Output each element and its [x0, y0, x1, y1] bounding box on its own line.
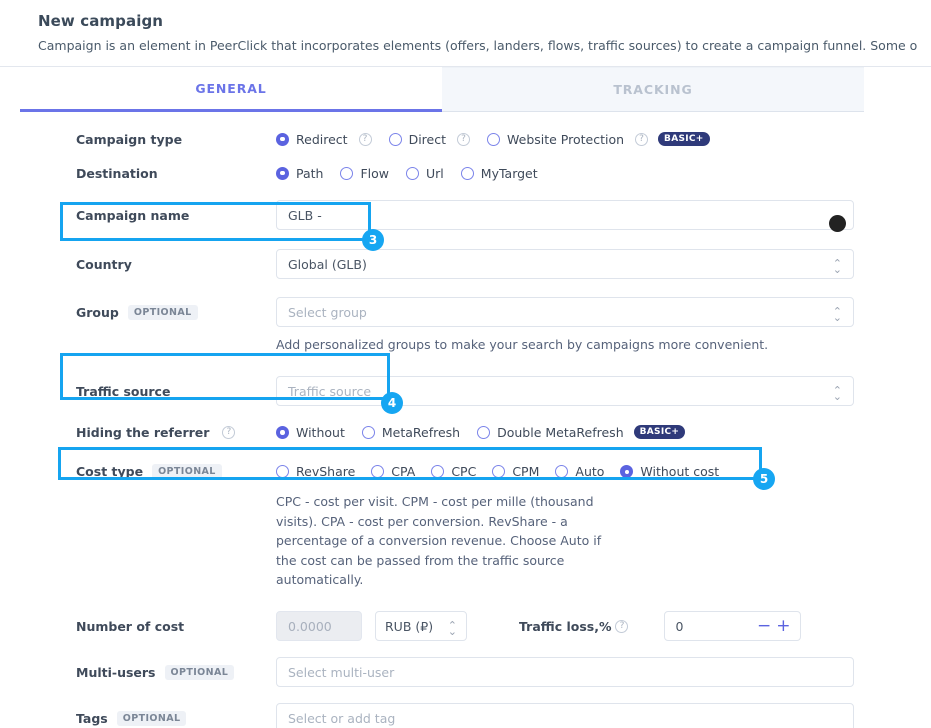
- optional-tag: OPTIONAL: [165, 665, 235, 680]
- radio-campaign-type-direct[interactable]: Direct ?: [389, 132, 470, 147]
- hiding-referrer-options: Without MetaRefresh Double MetaRefresh B…: [276, 425, 931, 440]
- page-title: New campaign: [38, 12, 931, 30]
- group-select[interactable]: Select group ⌃⌄: [276, 297, 854, 327]
- cost-type-hint: CPC - cost per visit. CPM - cost per mil…: [0, 488, 616, 589]
- hiding-referrer-label: Hiding the referrer ?: [0, 425, 276, 440]
- tab-tracking[interactable]: TRACKING: [442, 67, 864, 112]
- help-icon[interactable]: ?: [222, 426, 235, 439]
- group-row: Group OPTIONAL Select group ⌃⌄: [0, 288, 931, 330]
- help-icon[interactable]: ?: [457, 133, 470, 146]
- tags-label: Tags OPTIONAL: [0, 711, 276, 726]
- radio-campaign-type-redirect[interactable]: Redirect ?: [276, 132, 372, 147]
- help-icon[interactable]: ?: [635, 133, 648, 146]
- radio-hiding-without[interactable]: Without: [276, 425, 345, 440]
- radio-dot-icon: [276, 426, 289, 439]
- radio-dot-icon: [389, 133, 402, 146]
- decrement-button[interactable]: −: [757, 618, 771, 635]
- tags-row: Tags OPTIONAL Select or add tag: [0, 695, 931, 728]
- number-of-cost-label: Number of cost: [0, 619, 276, 634]
- multi-users-input[interactable]: Select multi-user: [276, 657, 854, 687]
- page-header: New campaign Campaign is an element in P…: [0, 0, 931, 53]
- annotation-badge-3: 3: [362, 229, 384, 251]
- radio-dot-icon: [406, 167, 419, 180]
- radio-hiding-double-metarefresh[interactable]: Double MetaRefresh BASIC+: [477, 425, 685, 440]
- traffic-loss-value: 0: [675, 619, 683, 634]
- country-label: Country: [0, 257, 276, 272]
- country-row: Country Global (GLB) ⌃⌄: [0, 240, 931, 288]
- page-description: Campaign is an element in PeerClick that…: [38, 38, 931, 53]
- optional-tag: OPTIONAL: [128, 305, 198, 320]
- mouse-cursor: [829, 215, 846, 232]
- chevron-updown-icon: ⌃⌄: [448, 620, 457, 632]
- group-control: Select group ⌃⌄: [276, 297, 931, 327]
- basic-plus-badge: BASIC+: [634, 425, 686, 439]
- radio-destination-flow[interactable]: Flow: [340, 166, 389, 181]
- tab-general[interactable]: GENERAL: [20, 67, 442, 112]
- multi-users-control: Select multi-user: [276, 657, 931, 687]
- hiding-referrer-row: Hiding the referrer ? Without MetaRefres…: [0, 416, 931, 450]
- radio-hiding-metarefresh[interactable]: MetaRefresh: [362, 425, 460, 440]
- increment-button[interactable]: +: [776, 618, 790, 635]
- chevron-updown-icon: ⌃⌄: [833, 306, 842, 318]
- traffic-loss-label: Traffic loss,% ?: [519, 619, 628, 634]
- destination-label: Destination: [0, 166, 276, 181]
- highlight-box-traffic-source: [60, 353, 390, 400]
- destination-row: Destination Path Flow Url: [0, 156, 931, 190]
- annotation-badge-5: 5: [753, 468, 775, 490]
- multi-users-label: Multi-users OPTIONAL: [0, 665, 276, 680]
- radio-destination-mytarget[interactable]: MyTarget: [461, 166, 538, 181]
- chevron-updown-icon: ⌃⌄: [833, 385, 842, 397]
- traffic-loss-stepper[interactable]: 0 − +: [664, 611, 801, 641]
- radio-dot-icon: [362, 426, 375, 439]
- radio-destination-path[interactable]: Path: [276, 166, 323, 181]
- radio-dot-icon: [477, 426, 490, 439]
- multi-users-row: Multi-users OPTIONAL Select multi-user: [0, 649, 931, 695]
- tags-input[interactable]: Select or add tag: [276, 703, 854, 728]
- help-icon[interactable]: ?: [359, 133, 372, 146]
- campaign-type-options: Redirect ? Direct ? Website Protection ?…: [276, 132, 931, 147]
- highlight-box-campaign-name: [60, 202, 371, 241]
- currency-select[interactable]: RUB (₽) ⌃⌄: [375, 611, 467, 641]
- number-of-cost-row: Number of cost 0.0000 RUB (₽) ⌃⌄ Traffic…: [0, 589, 931, 649]
- number-of-cost-control: 0.0000 RUB (₽) ⌃⌄ Traffic loss,% ? 0 − +: [276, 611, 931, 641]
- tags-control: Select or add tag: [276, 703, 931, 728]
- new-campaign-page: New campaign Campaign is an element in P…: [0, 0, 931, 728]
- country-control: Global (GLB) ⌃⌄: [276, 249, 931, 279]
- destination-options: Path Flow Url MyTarget: [276, 166, 931, 181]
- radio-dot-icon: [487, 133, 500, 146]
- basic-plus-badge: BASIC+: [658, 132, 710, 146]
- radio-dot-icon: [461, 167, 474, 180]
- campaign-type-row: Campaign type Redirect ? Direct ?: [0, 122, 931, 156]
- chevron-updown-icon: ⌃⌄: [833, 258, 842, 270]
- number-of-cost-input[interactable]: 0.0000: [276, 611, 362, 641]
- radio-dot-icon: [276, 167, 289, 180]
- optional-tag: OPTIONAL: [117, 711, 187, 726]
- highlight-box-cost-type: [58, 447, 762, 480]
- radio-destination-url[interactable]: Url: [406, 166, 444, 181]
- radio-campaign-type-website-protection[interactable]: Website Protection ? BASIC+: [487, 132, 710, 147]
- country-select[interactable]: Global (GLB) ⌃⌄: [276, 249, 854, 279]
- group-label: Group OPTIONAL: [0, 305, 276, 320]
- annotation-badge-4: 4: [381, 392, 403, 414]
- campaign-type-label: Campaign type: [0, 132, 276, 147]
- radio-dot-icon: [340, 167, 353, 180]
- radio-dot-icon: [276, 133, 289, 146]
- tab-bar: GENERAL TRACKING: [20, 67, 865, 114]
- help-icon[interactable]: ?: [615, 620, 628, 633]
